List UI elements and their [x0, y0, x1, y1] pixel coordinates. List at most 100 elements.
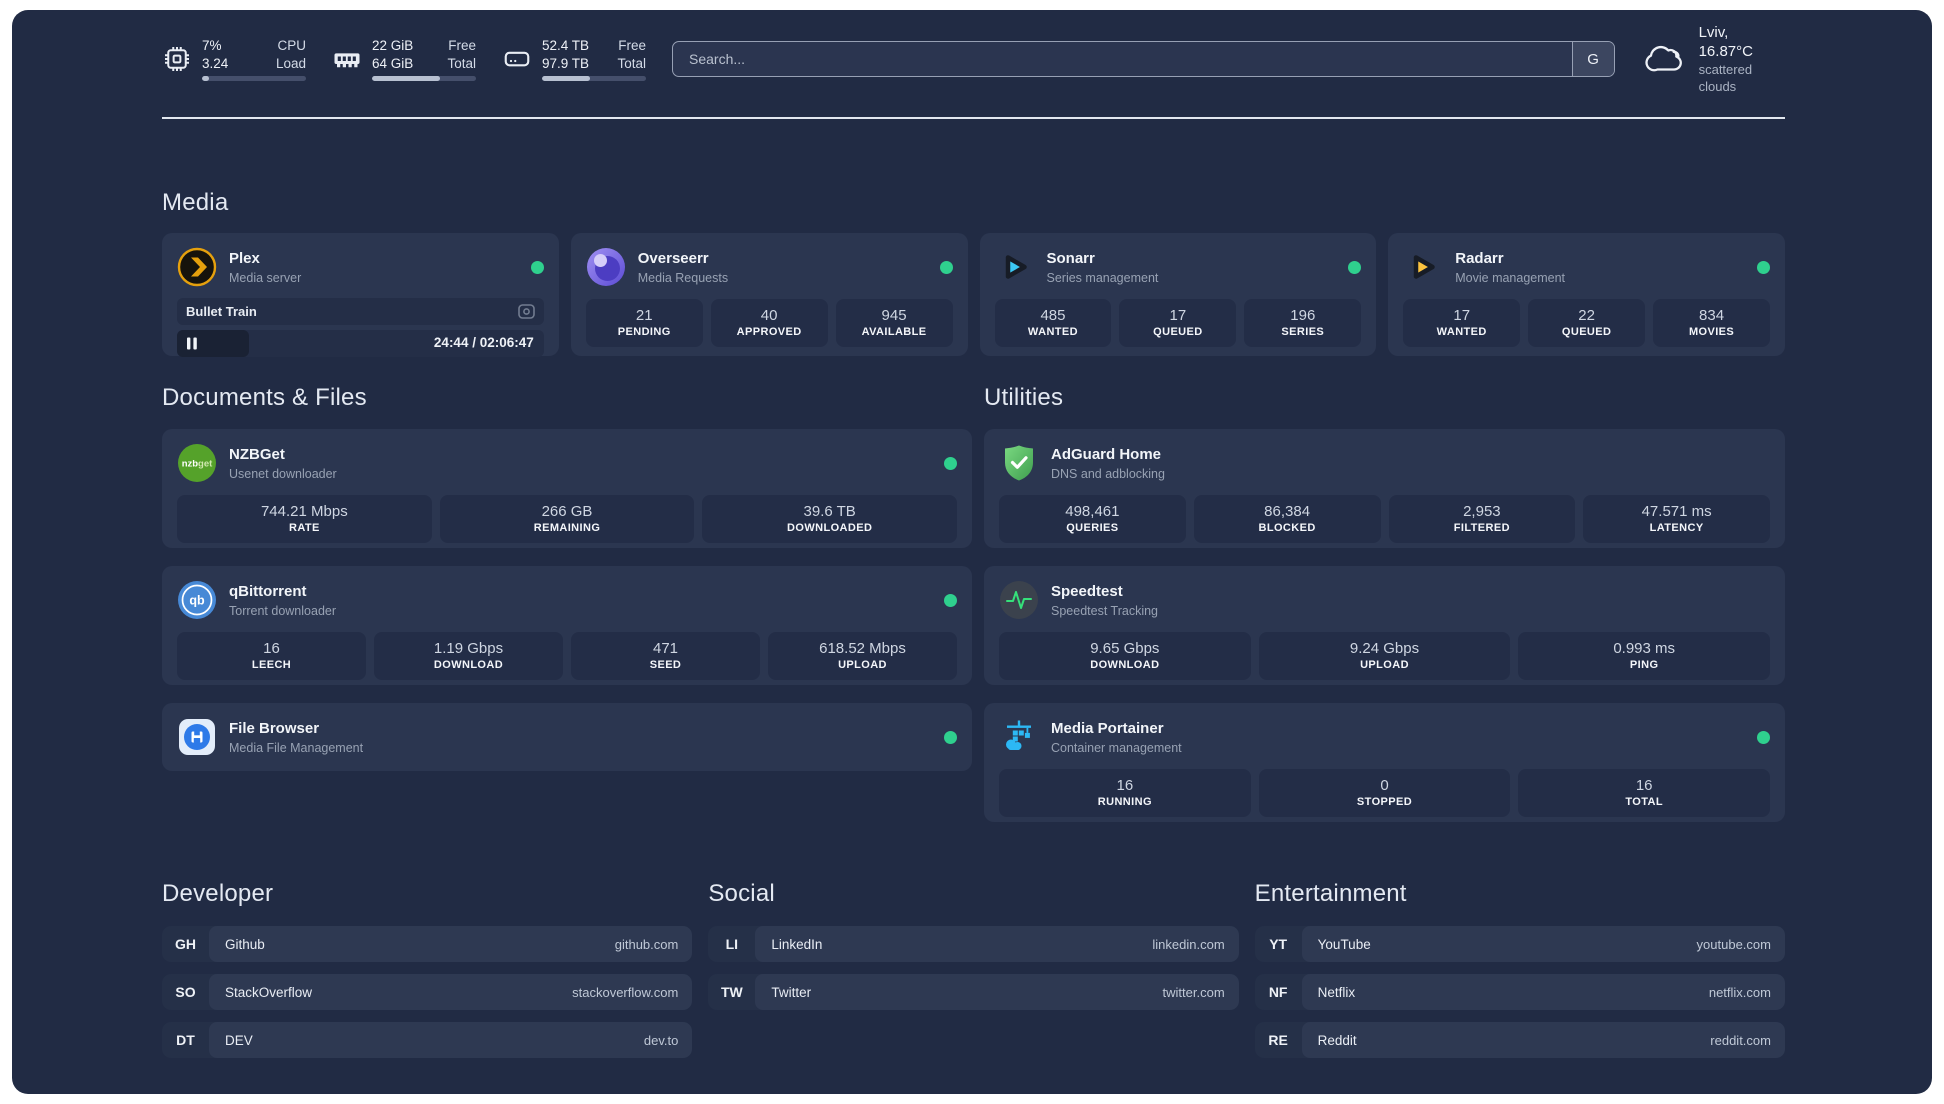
- service-card-filebrowser[interactable]: File Browser Media File Management: [162, 703, 972, 771]
- weather-condition: scattered clouds: [1698, 62, 1753, 94]
- bookmarks-developer: Developer GH Github github.com SO StackOv…: [162, 880, 693, 1070]
- playback-time: 24:44 / 02:06:47: [433, 335, 534, 350]
- playback-progress-bar: 24:44 / 02:06:47: [177, 330, 544, 357]
- stat-stopped: 0 STOPPED: [1258, 769, 1511, 817]
- bookmark-twitter[interactable]: TW Twitter twitter.com: [708, 974, 1239, 1010]
- section-title-social: Social: [708, 880, 775, 907]
- memory-free-label: Free: [448, 38, 476, 53]
- service-card-nzbget[interactable]: nzbget NZBGet Usenet downloader 744.21 M…: [162, 429, 972, 548]
- service-card-overseerr[interactable]: Overseerr Media Requests 21 PENDING 40 APP…: [570, 233, 968, 356]
- service-description: Torrent downloader: [229, 603, 337, 618]
- service-card-sonarr[interactable]: Sonarr Series management 485 WANTED 17 QUE…: [979, 233, 1377, 356]
- stat-downloaded: 39.6 TB DOWNLOADED: [702, 495, 958, 543]
- service-description: Usenet downloader: [229, 466, 337, 481]
- bookmark-abbr: GH: [175, 936, 196, 952]
- bookmark-youtube[interactable]: YT YouTube youtube.com: [1254, 926, 1785, 962]
- stat-queued: 22 QUEUED: [1528, 299, 1646, 347]
- service-description: Movie management: [1455, 270, 1566, 285]
- header: 7% CPU 3.24 Load 22 GiB Free 64 GiB Total: [162, 24, 1785, 94]
- stat-leech: 16 LEECH: [177, 632, 366, 680]
- sonarr-icon: [1005, 255, 1027, 279]
- stat-download: 1.19 Gbps DOWNLOAD: [374, 632, 563, 680]
- stat-pending: 21 PENDING: [585, 299, 703, 347]
- stat-latency: 47.571 ms LATENCY: [1583, 495, 1770, 543]
- bookmark-domain: dev.to: [643, 1032, 679, 1048]
- section-title-media: Media: [162, 189, 229, 216]
- bookmark-linkedin[interactable]: LI LinkedIn linkedin.com: [708, 926, 1239, 962]
- bookmark-name: Reddit: [1317, 1032, 1357, 1048]
- svg-text:qb: qb: [189, 594, 205, 608]
- service-card-plex[interactable]: Plex Media server Bullet Train 24:44 / 0…: [162, 233, 559, 357]
- search-input[interactable]: [673, 42, 1572, 76]
- service-description: Media File Management: [229, 740, 364, 755]
- bookmark-reddit[interactable]: RE Reddit reddit.com: [1254, 1022, 1785, 1058]
- memory-free-value: 22 GiB: [372, 38, 414, 53]
- section-title-developer: Developer: [162, 880, 274, 907]
- bookmark-netflix[interactable]: NF Netflix netflix.com: [1254, 974, 1785, 1010]
- service-name: AdGuard Home: [1051, 445, 1162, 463]
- memory-total-label: Total: [447, 55, 476, 71]
- bookmark-domain: twitter.com: [1162, 984, 1225, 1000]
- speedtest-icon: [1000, 581, 1038, 619]
- service-card-speedtest[interactable]: Speedtest Speedtest Tracking 9.65 Gbps DO…: [984, 566, 1785, 685]
- service-description: Media Requests: [637, 270, 729, 285]
- memory-progress-bar: [372, 76, 476, 81]
- bookmark-dev[interactable]: DT DEV dev.to: [162, 1022, 693, 1058]
- bookmark-domain: github.com: [614, 936, 679, 952]
- section-utilities: Utilities AdGuard Home DNS and adblockin…: [984, 384, 1785, 822]
- section-documents: Documents & Files nzbget NZBGet Usenet d…: [162, 384, 972, 822]
- bookmark-abbr: YT: [1269, 936, 1288, 952]
- service-name: Plex: [229, 249, 260, 267]
- service-card-radarr[interactable]: Radarr Movie management 17 WANTED 22 QUEUE…: [1388, 233, 1785, 356]
- service-card-adguard[interactable]: AdGuard Home DNS and adblocking 498,461 Q…: [984, 429, 1785, 548]
- stat-rate: 744.21 Mbps RATE: [177, 495, 432, 543]
- service-name: File Browser: [229, 719, 320, 737]
- service-name: Media Portainer: [1051, 719, 1164, 737]
- pause-button[interactable]: [186, 337, 198, 350]
- bookmark-stackoverflow[interactable]: SO StackOverflow stackoverflow.com: [162, 974, 693, 1010]
- cpu-usage-value: 7%: [202, 38, 222, 53]
- stat-running: 16 RUNNING: [999, 769, 1251, 817]
- service-description: DNS and adblocking: [1051, 466, 1165, 481]
- disk-progress-bar: [542, 76, 646, 81]
- status-dot: [530, 260, 544, 274]
- search-bar: G: [672, 41, 1615, 77]
- stat-remaining: 266 GB REMAINING: [439, 495, 695, 543]
- header-divider: [162, 117, 1785, 119]
- resource-memory: 22 GiB Free 64 GiB Total: [332, 37, 476, 81]
- stat-ping: 0.993 ms PING: [1518, 632, 1771, 680]
- status-dot: [939, 260, 953, 274]
- memory-total-value: 64 GiB: [372, 55, 414, 71]
- bookmark-name: Netflix: [1317, 984, 1356, 1000]
- service-name: Speedtest: [1051, 582, 1123, 600]
- bookmark-github[interactable]: GH Github github.com: [162, 926, 693, 962]
- disk-free-label: Free: [618, 38, 646, 53]
- stat-filtered: 2,953 FILTERED: [1388, 495, 1576, 543]
- service-card-portainer[interactable]: Media Portainer Container management 16 R…: [984, 703, 1785, 822]
- cpu-usage-label: CPU: [277, 38, 306, 53]
- stat-wanted: 17 WANTED: [1403, 299, 1521, 347]
- service-card-qbittorrent[interactable]: qb qBittorrent Torrent downloader 16 LEEC…: [162, 566, 972, 685]
- qbittorrent-icon: qb: [178, 581, 216, 619]
- service-description: Media server: [229, 270, 302, 285]
- bookmark-name: StackOverflow: [225, 984, 313, 1000]
- radarr-icon: [1414, 255, 1435, 279]
- bookmark-domain: reddit.com: [1710, 1032, 1771, 1048]
- bookmark-domain: stackoverflow.com: [572, 984, 679, 1000]
- cpu-load-value: 3.24: [202, 55, 229, 71]
- section-title-utilities: Utilities: [984, 384, 1064, 411]
- adguard-icon: [1005, 445, 1033, 481]
- bookmark-abbr: TW: [720, 984, 743, 1000]
- bookmarks-entertainment: Entertainment YT YouTube youtube.com NF N…: [1254, 880, 1785, 1070]
- bookmark-name: DEV: [225, 1032, 253, 1048]
- search-provider-button[interactable]: G: [1571, 42, 1614, 76]
- bookmarks-social: Social LI LinkedIn linkedin.com TW Twitte…: [708, 880, 1239, 1070]
- bookmark-name: Twitter: [771, 984, 812, 1000]
- memory-icon: [334, 53, 360, 68]
- status-dot: [1757, 730, 1770, 744]
- cpu-progress-bar: [202, 76, 306, 81]
- status-dot: [1348, 260, 1362, 274]
- bookmark-abbr: NF: [1268, 984, 1288, 1000]
- bookmark-name: YouTube: [1317, 936, 1371, 952]
- status-dot: [1757, 260, 1770, 274]
